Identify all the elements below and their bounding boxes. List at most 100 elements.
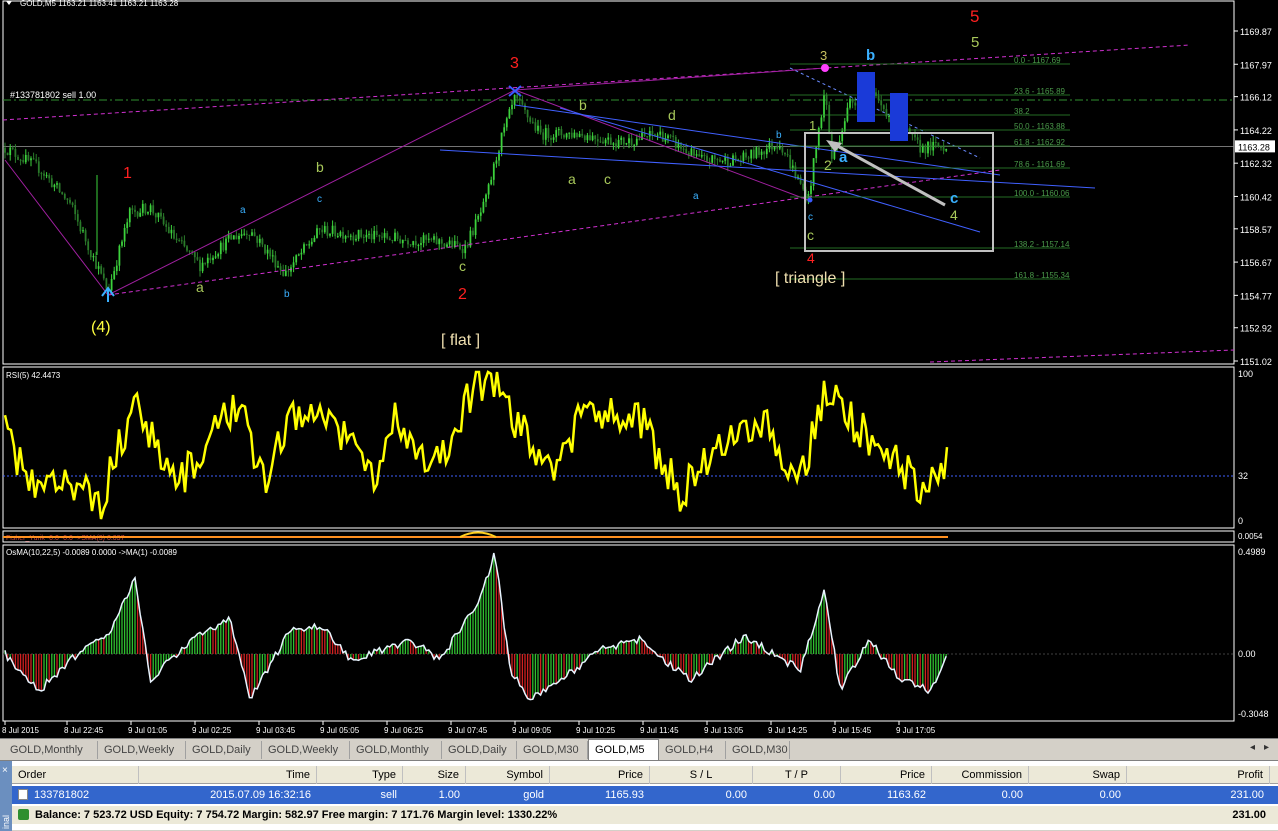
rsi-level-label: 32 [1238,471,1248,481]
candle-body [914,134,916,138]
tab-gold-monthly[interactable]: GOLD,Monthly [350,741,442,759]
candle-body [719,159,721,162]
candle-body [438,239,441,245]
balance-profit: 231.00 [1232,809,1266,821]
candle-body [802,183,805,190]
wave-sub-label: 4 [807,250,815,266]
candle-body [282,270,285,277]
column-header-swap[interactable]: Swap [1029,766,1127,784]
candle-body [279,266,282,271]
column-header-size[interactable]: Size [403,766,466,784]
orders-table-header: Order Time Type Size Symbol Price S / LT / P Pr… [12,766,1278,784]
column-header-t-p[interactable]: T / P [753,766,841,784]
candle-body [427,238,430,240]
time-label: 9 Jul 17:05 [896,726,936,735]
wave-sub-label: b [776,130,782,141]
candle-body [214,256,217,258]
candle-body [924,146,927,154]
candle-body [635,138,638,145]
candle-body [245,233,248,235]
candle-body [602,141,604,144]
column-header-commission[interactable]: Commission [932,766,1029,784]
candle-body [521,99,524,105]
candle-body [773,146,776,150]
candle-body [620,137,623,140]
column-header-symbol[interactable]: Symbol [466,766,550,784]
chart-area[interactable]: 1169.87 1167.97 1166.12 1164.22 1162.32 1160.… [0,0,1278,738]
time-label: 9 Jul 15:45 [832,726,872,735]
scroll-left-icon[interactable]: ◂ [1250,742,1255,753]
tab-gold-m5[interactable]: GOLD,M5 [588,739,659,760]
candle-body [238,235,240,240]
column-header-price[interactable]: Price [550,766,650,784]
candle-body [266,249,269,254]
table-row[interactable]: 133781802 2015.07.09 16:32:16 sell 1.00 gold… [12,786,1278,804]
candle-body [591,135,594,141]
candle-body [456,241,459,245]
balance-value: Balance: 7 523.72 USD Equity: 7 754.72 M… [35,809,558,821]
scroll-right-icon[interactable]: ▸ [1264,742,1269,753]
candle-body [95,256,97,269]
candle-body [537,125,539,131]
column-header-time[interactable]: Time [139,766,317,784]
candle-body [589,135,591,141]
tab-gold-daily[interactable]: GOLD,Daily [442,741,517,759]
column-header-s-l[interactable]: S / L [650,766,753,784]
candle-body [420,243,422,245]
time-label: 9 Jul 06:25 [384,726,424,735]
candle-body [4,147,6,153]
tab-gold-daily[interactable]: GOLD,Daily [186,741,262,759]
candle-body [43,173,45,176]
tab-gold-monthly[interactable]: GOLD,Monthly [4,741,98,759]
fib-level-label: 78.6 - 1161.69 [1014,160,1066,169]
column-header-type[interactable]: Type [317,766,403,784]
tab-gold-weekly[interactable]: GOLD,Weekly [98,741,186,759]
candle-body [794,165,797,178]
time-label: 9 Jul 09:05 [512,726,552,735]
candle-body [823,94,825,118]
candle-body [630,138,633,146]
candle-body [646,136,649,138]
candle-body [375,230,378,236]
wave-sub-label: c [317,194,322,205]
cell-price: 1165.93 [605,789,644,801]
candle-body [269,249,272,257]
wave-sub-label: b [284,289,290,300]
tab-gold-m30[interactable]: GOLD,M30 [517,741,588,759]
candle-body [152,205,155,214]
candle-body [443,243,446,247]
candle-body [407,240,409,245]
time-label: 9 Jul 03:45 [256,726,296,735]
candle-body [755,147,758,158]
candle-body [934,142,937,144]
candle-body [524,104,526,110]
tab-gold-weekly[interactable]: GOLD,Weekly [262,741,350,759]
candle-body [940,146,942,148]
candle-body [362,236,365,238]
column-header-order[interactable]: Order [12,766,139,784]
candle-body [672,135,675,137]
candle-body [323,226,326,233]
candle-body [316,228,318,238]
candle-body [251,232,253,236]
candle-body [61,192,64,195]
column-header-profit[interactable]: Profit [1127,766,1270,784]
candle-body [261,238,264,245]
wave-label-5: 5 [970,7,979,26]
candle-body [713,155,716,160]
wave-sub-label: 1 [809,118,816,133]
column-header-price[interactable]: Price [841,766,932,784]
candle-body [110,279,113,291]
candle-body [882,105,885,110]
tab-gold-m30[interactable]: GOLD,M30 [726,741,790,759]
candle-body [27,154,30,161]
wave-sub-label: c [950,190,958,207]
candle-body [365,234,368,238]
close-icon[interactable]: × [2,765,8,776]
charts-svg[interactable]: 1169.87 1167.97 1166.12 1164.22 1162.32 1160.… [0,0,1278,738]
time-label: 9 Jul 01:05 [128,726,168,735]
candle-body [219,242,222,255]
candle-body [412,241,415,246]
tab-gold-h4[interactable]: GOLD,H4 [659,741,726,759]
terminal-panel: × inal Order Time Type Size Symbol Price S / L… [0,760,1278,831]
